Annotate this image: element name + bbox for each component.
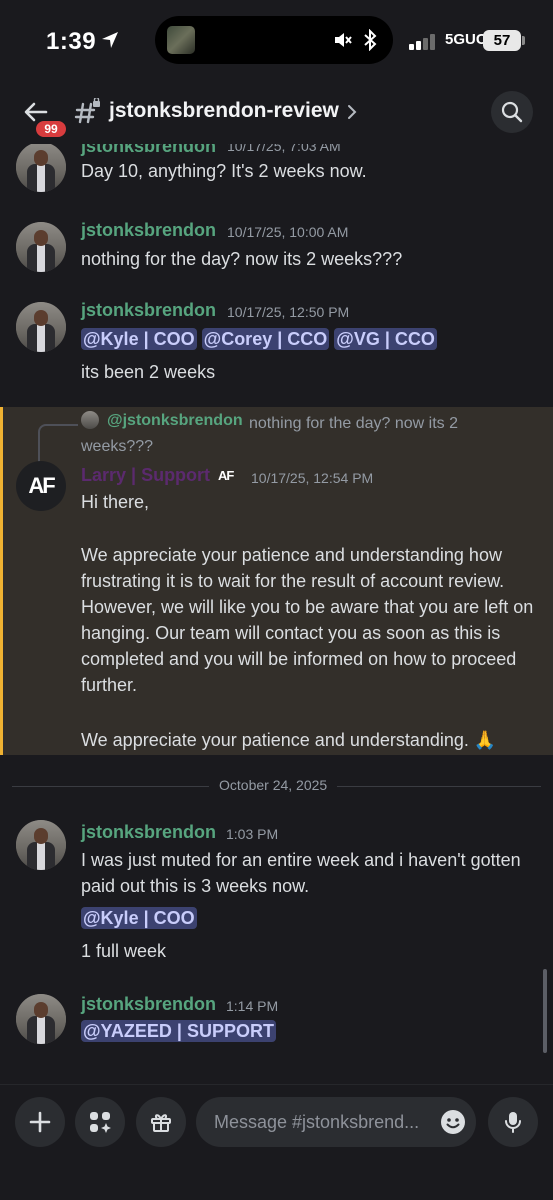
mention[interactable]: @YAZEED | SUPPORT — [81, 1020, 276, 1042]
apps-button[interactable] — [75, 1097, 125, 1147]
reply-username[interactable]: @jstonksbrendon — [107, 412, 243, 430]
plus-icon — [29, 1111, 51, 1133]
message-input[interactable]: Message #jstonksbrend... — [196, 1097, 476, 1147]
message-text: We appreciate your patience and understa… — [81, 730, 497, 750]
reply-avatar — [81, 411, 99, 429]
status-bar: 1:39 5GUC 57 — [0, 0, 553, 80]
message-text: Hi there, — [81, 492, 150, 512]
avatar[interactable] — [16, 222, 66, 272]
search-icon — [501, 101, 523, 123]
support-avatar[interactable]: AF — [16, 461, 66, 511]
channel-name[interactable]: jstonksbrendon-review — [109, 99, 339, 123]
server-tag: AF — [218, 468, 234, 483]
message-text: We appreciate your patience and understa… — [81, 545, 534, 695]
mention-line: @YAZEED | SUPPORT — [81, 1018, 541, 1044]
chevron-right-icon[interactable] — [346, 104, 358, 120]
bluetooth-icon — [364, 29, 377, 51]
unread-badge: 99 — [33, 118, 69, 140]
username[interactable]: jstonksbrendon — [81, 144, 216, 157]
message-input-placeholder: Message #jstonksbrend... — [214, 1112, 420, 1132]
message-text: Day 10, anything? It's 2 weeks now. — [81, 161, 367, 181]
timestamp: 10/17/25, 12:54 PM — [251, 470, 374, 486]
private-channel-icon — [74, 98, 100, 124]
message-list[interactable]: jstonksbrendon 10/17/25, 7:03 AM Day 10,… — [0, 144, 553, 1084]
signal-icon — [409, 34, 435, 50]
timestamp: 1:03 PM — [226, 826, 279, 842]
mention-line: @Kyle | COO @Corey | CCO @VG | CCO — [81, 326, 541, 352]
timestamp: 1:14 PM — [226, 998, 279, 1014]
timestamp: 10/17/25, 7:03 AM — [227, 144, 341, 154]
location-arrow-icon — [102, 32, 118, 48]
message-text: 1 full week — [81, 941, 167, 961]
avatar[interactable] — [16, 820, 66, 870]
message-composer: Message #jstonksbrend... — [0, 1084, 553, 1200]
mute-icon — [335, 33, 352, 47]
mention[interactable]: @Corey | CCO — [201, 328, 330, 350]
username[interactable]: jstonksbrendon — [81, 822, 216, 843]
mention[interactable]: @Kyle | COO — [81, 907, 197, 929]
reply-connector — [38, 424, 78, 462]
username[interactable]: jstonksbrendon — [81, 994, 216, 1015]
timestamp: 10/17/25, 12:50 PM — [227, 304, 350, 320]
gift-button[interactable] — [136, 1097, 186, 1147]
battery-level: 57 — [483, 30, 521, 51]
avatar[interactable] — [16, 144, 66, 192]
mention-line: @Kyle | COO — [81, 905, 541, 931]
scrollbar[interactable] — [543, 969, 547, 1053]
add-attachment-button[interactable] — [15, 1097, 65, 1147]
avatar[interactable] — [16, 994, 66, 1044]
gift-icon — [151, 1114, 171, 1132]
now-playing-thumbnail — [167, 26, 195, 54]
network-type: 5GUC — [445, 31, 487, 48]
date-divider-label: October 24, 2025 — [209, 777, 338, 793]
emoji-icon[interactable] — [440, 1109, 466, 1135]
username[interactable]: Larry | Support — [81, 465, 210, 486]
message-text: its been 2 weeks — [81, 362, 216, 382]
search-button[interactable] — [491, 91, 533, 133]
apps-sparkle-icon — [90, 1112, 111, 1133]
mention[interactable]: @VG | CCO — [334, 328, 437, 350]
timestamp: 10/17/25, 10:00 AM — [227, 224, 349, 240]
clock: 1:39 — [46, 28, 97, 55]
avatar[interactable] — [16, 302, 66, 352]
battery-tip — [522, 36, 525, 45]
username[interactable]: jstonksbrendon — [81, 220, 216, 241]
mention[interactable]: @Kyle | COO — [81, 328, 197, 350]
channel-header: 99 jstonksbrendon-review — [0, 80, 553, 144]
microphone-icon — [505, 1112, 521, 1133]
message-text: nothing for the day? now its 2 weeks??? — [81, 249, 403, 269]
username[interactable]: jstonksbrendon — [81, 300, 216, 321]
dynamic-island[interactable] — [155, 16, 393, 64]
message-text: I was just muted for an entire week and … — [81, 850, 521, 896]
voice-message-button[interactable] — [488, 1097, 538, 1147]
